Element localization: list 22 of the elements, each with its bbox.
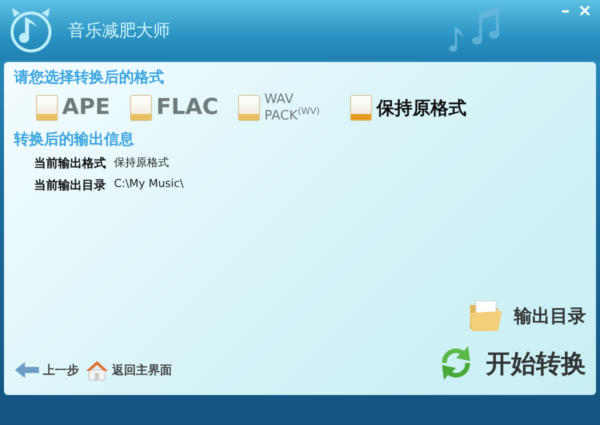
audio-file-icon: [238, 94, 260, 121]
audio-file-icon: [36, 94, 58, 121]
info-value: 保持原格式: [114, 155, 170, 172]
back-button[interactable]: 上一步: [14, 359, 79, 381]
info-label: 当前输出目录: [34, 177, 106, 194]
output-folder-button[interactable]: 输出目录: [468, 299, 586, 333]
format-option[interactable]: APE: [36, 94, 110, 121]
window-title: 音乐减肥大师: [68, 20, 170, 42]
start-convert-button[interactable]: 开始转换: [434, 341, 586, 385]
house-icon: [85, 359, 109, 381]
music-note-logo-icon: [8, 7, 54, 53]
info-label: 当前输出格式: [34, 155, 106, 172]
format-option[interactable]: WAV PACK$^{(WV)}$: [238, 93, 330, 122]
home-button[interactable]: 返回主界面: [85, 359, 172, 381]
section-heading: 请您选择转换后的格式: [14, 68, 165, 87]
info-value: C:\My Music\: [114, 177, 184, 192]
format-option[interactable]: 保持原格式: [350, 94, 466, 121]
section-heading: 转换后的输出信息: [14, 130, 135, 150]
format-option[interactable]: FLAC: [130, 94, 218, 121]
arrow-left-icon: [14, 361, 40, 379]
audio-file-icon: [130, 94, 152, 121]
audio-file-icon: [350, 94, 372, 121]
